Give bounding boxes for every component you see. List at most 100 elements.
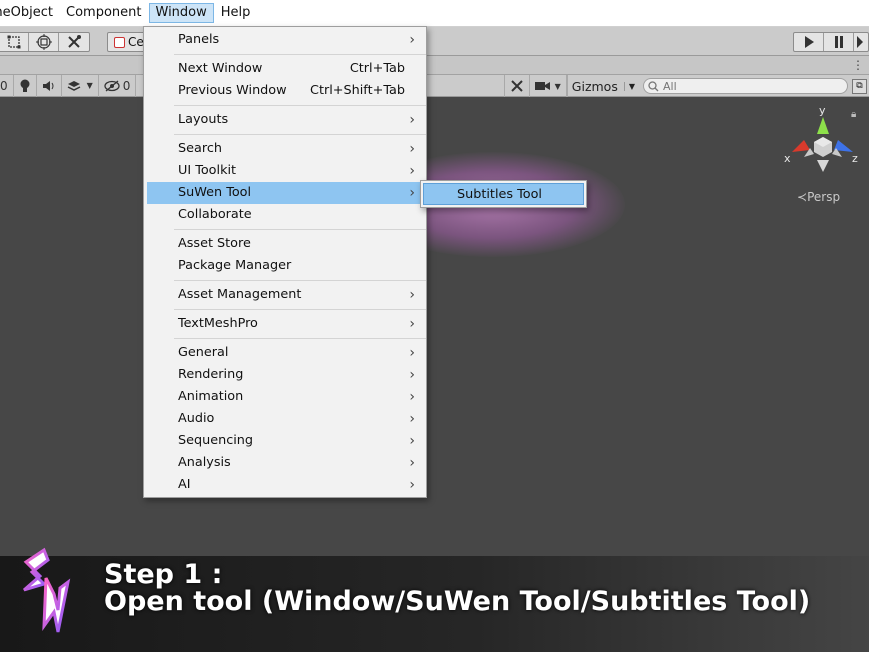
lightbulb-icon [20,79,30,92]
main-toolbar: Ce [0,27,869,56]
menu-item-label: TextMeshPro [178,316,258,331]
layers-icon [67,80,80,91]
caption-line-2: Open tool (Window/SuWen Tool/Subtitles T… [104,586,811,617]
menu-separator [174,338,426,339]
menu-gameobject[interactable]: meObject [0,3,59,23]
scene-search[interactable] [643,78,848,94]
draw-mode-value[interactable]: 0 [0,74,14,97]
gizmos-label: Gizmos [571,78,618,94]
menu-item-label: Asset Store [178,236,251,251]
step-button[interactable] [854,33,868,51]
menu-item-ui-toolkit[interactable]: UI Toolkit › [144,160,426,182]
menu-item-label: Animation [178,389,244,404]
chevron-down-icon: ▼ [554,81,561,91]
menu-item-audio[interactable]: Audio › [144,408,426,430]
camera-icon [534,82,550,90]
persp-icon: ≺ [797,190,808,204]
pause-icon [834,36,843,48]
chevron-right-icon: › [409,112,415,128]
suwen-logo-icon [23,547,71,633]
menu-item-label: Next Window [178,61,263,76]
chevron-right-icon: › [409,455,415,471]
menu-item-shortcut: Ctrl+Tab [349,61,405,76]
more-options-icon[interactable]: ⋮ [852,58,864,72]
chevron-right-icon: › [409,316,415,332]
persp-toggle[interactable]: ≺Persp [797,190,840,204]
pause-button[interactable] [824,33,854,51]
menu-item-label: Rendering [178,367,244,382]
camera-toggle[interactable]: ▼ [530,75,567,97]
chevron-right-icon: › [409,287,415,303]
menu-separator [174,105,426,106]
chevron-right-icon: › [409,345,415,361]
menu-item-rendering[interactable]: Rendering › [144,364,426,386]
menu-separator [174,309,426,310]
chevron-right-icon: › [409,389,415,405]
transform-tool-icon [35,34,52,50]
menu-item-collaborate[interactable]: Collaborate [144,204,426,226]
menu-item-next-window[interactable]: Next Window Ctrl+Tab [144,58,426,80]
step-caption: Step 1 : Open tool (Window/SuWen Tool/Su… [104,561,810,615]
menu-item-asset-store[interactable]: Asset Store [144,233,426,255]
effects-toggle[interactable]: ▼ [62,74,99,97]
window-menu: Panels › Next Window Ctrl+Tab Previous Windo… [143,26,427,498]
axis-z-label: z [852,152,858,165]
scene-toolbar-right: ▼ Gizmos ▼ ⧉ [503,75,869,97]
scene-toolbar: 0 ▼ 0 ▼ Gizmos ▼ ⧉ [0,74,869,97]
pivot-center-toggle[interactable]: Ce [107,32,147,52]
chevron-right-icon: › [409,477,415,493]
menu-item-label: UI Toolkit [178,163,237,178]
menu-item-label: Asset Management [178,287,302,302]
hidden-objects-toggle[interactable]: 0 [99,74,137,97]
menu-item-ai[interactable]: AI › [144,474,426,496]
custom-tool-button[interactable] [59,33,89,51]
tools-icon [510,80,523,92]
eye-slash-icon [104,80,120,91]
menu-item-search[interactable]: Search › [144,138,426,160]
scene-tab-strip: ⋮ [0,56,869,75]
chevron-right-icon: › [409,32,415,48]
tools-toggle[interactable] [503,75,530,97]
audio-toggle[interactable] [37,74,62,97]
play-button[interactable] [794,33,824,51]
chevron-right-icon: › [409,411,415,427]
transform-tool-button[interactable] [29,33,59,51]
step-icon [857,36,863,48]
pivot-icon [114,36,125,48]
menu-help[interactable]: Help [215,3,257,23]
menu-item-label: General [178,345,229,360]
menu-item-label: Audio [178,411,215,426]
menu-separator [174,280,426,281]
menu-item-panels[interactable]: Panels › [144,29,426,51]
menu-item-suwen-tool[interactable]: SuWen Tool › [147,182,426,204]
lighting-toggle[interactable] [14,74,37,97]
menu-component[interactable]: Component [60,3,147,23]
menu-item-previous-window[interactable]: Previous Window Ctrl+Shift+Tab [144,80,426,102]
transform-tools [0,32,90,52]
menu-item-label: Panels [178,32,220,47]
expand-icon[interactable]: ⧉ [852,78,867,94]
search-input[interactable] [663,79,823,93]
rect-tool-icon [7,35,20,49]
axis-x-label: x [784,152,791,165]
menu-bar: meObject Component Window Help [0,0,869,27]
chevron-right-icon: › [409,163,415,179]
chevron-right-icon: › [409,185,415,201]
menu-item-layouts[interactable]: Layouts › [144,109,426,131]
menu-item-animation[interactable]: Animation › [144,386,426,408]
search-icon [648,80,659,91]
hidden-count: 0 [122,78,131,93]
menu-item-general[interactable]: General › [144,342,426,364]
menu-item-subtitles-tool[interactable]: Subtitles Tool [423,183,584,205]
suwen-tool-submenu: Subtitles Tool [420,180,587,208]
menu-item-sequencing[interactable]: Sequencing › [144,430,426,452]
orientation-gizmo[interactable]: y x z [780,102,865,187]
rect-tool-button[interactable] [0,33,29,51]
menu-item-asset-management[interactable]: Asset Management › [144,284,426,306]
menu-item-package-manager[interactable]: Package Manager [144,255,426,277]
gizmos-dropdown[interactable]: Gizmos ▼ [566,75,639,97]
menu-item-textmeshpro[interactable]: TextMeshPro › [144,313,426,335]
menu-window[interactable]: Window [148,3,214,23]
chevron-down-icon: ▼ [623,81,635,91]
menu-item-analysis[interactable]: Analysis › [144,452,426,474]
